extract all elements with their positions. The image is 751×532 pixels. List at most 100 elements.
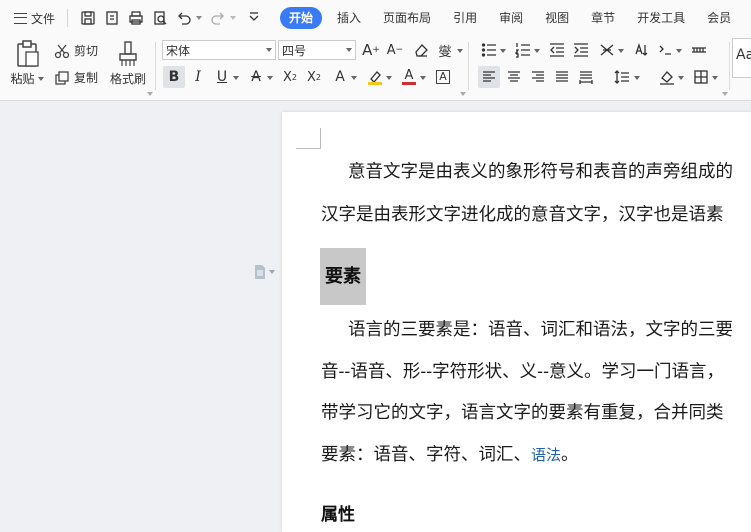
- copy-button[interactable]: 复制: [54, 69, 98, 86]
- decrease-indent-icon[interactable]: [546, 39, 568, 61]
- pinyin-guide-icon[interactable]: 燮: [434, 39, 456, 61]
- file-menu-button[interactable]: 文件: [0, 6, 63, 30]
- chevron-down-icon: [346, 48, 352, 52]
- strikethrough-dropdown-icon[interactable]: [267, 76, 273, 80]
- redo-icon[interactable]: [206, 6, 230, 30]
- bullet-dropdown-icon[interactable]: [500, 49, 506, 53]
- shading-icon[interactable]: [656, 66, 678, 88]
- font-name-value: 宋体: [166, 44, 191, 58]
- body-text-line[interactable]: 音--语音、形--字符形状、义--意义。学习一门语言，: [321, 358, 724, 383]
- chinese-layout-dropdown-icon[interactable]: [618, 49, 624, 53]
- character-border-icon[interactable]: A: [432, 66, 454, 88]
- tab-page-layout[interactable]: 页面布局: [372, 7, 442, 29]
- paste-button[interactable]: 粘贴: [8, 40, 46, 87]
- chinese-layout-icon[interactable]: [596, 39, 618, 61]
- menu-bar: 文件 开始 插入 页面布局 引用 审阅 视图 章节 开发工具 会员: [0, 0, 751, 36]
- tab-review[interactable]: 审阅: [488, 7, 534, 29]
- shading-dropdown-icon[interactable]: [678, 76, 684, 80]
- clipboard-group-expand-icon[interactable]: [147, 92, 153, 96]
- page-margin-corner-mark: [296, 128, 321, 149]
- font-group-expand-icon[interactable]: [460, 92, 466, 96]
- export-pdf-icon[interactable]: [100, 6, 124, 30]
- tab-references[interactable]: 引用: [442, 7, 488, 29]
- show-marks-icon[interactable]: [654, 39, 676, 61]
- cut-label: 剪切: [74, 44, 99, 58]
- divider: [155, 42, 156, 90]
- align-right-icon[interactable]: [527, 66, 549, 88]
- line-spacing-dropdown-icon[interactable]: [634, 76, 640, 80]
- paste-label: 粘贴: [10, 72, 35, 86]
- strikethrough-icon[interactable]: A: [245, 66, 267, 88]
- underline-dropdown-icon[interactable]: [233, 76, 239, 80]
- subscript-icon[interactable]: X2: [303, 66, 325, 88]
- ribbon-tabs: 开始 插入 页面布局 引用 审阅 视图 章节 开发工具 会员: [280, 7, 742, 29]
- chevron-down-icon: [266, 48, 272, 52]
- font-size-value: 四号: [282, 44, 307, 58]
- cut-button[interactable]: 剪切: [54, 42, 98, 59]
- increase-indent-icon[interactable]: [570, 39, 592, 61]
- customize-toolbar-icon[interactable]: [242, 6, 266, 30]
- body-text-line[interactable]: 汉字是由表形文字进化成的意音文字，汉字也是语素: [321, 201, 724, 226]
- numbered-dropdown-icon[interactable]: [534, 49, 540, 53]
- distributed-align-icon[interactable]: [575, 66, 597, 88]
- save-icon[interactable]: [76, 6, 100, 30]
- font-size-select[interactable]: 四号: [278, 40, 356, 60]
- highlight-icon[interactable]: [364, 66, 386, 88]
- bold-icon[interactable]: B: [163, 66, 185, 88]
- section-heading[interactable]: 属性: [321, 500, 355, 525]
- quick-access-toolbar: [76, 6, 266, 30]
- line-spacing-icon[interactable]: [611, 66, 633, 88]
- increase-font-icon[interactable]: A +: [360, 39, 382, 61]
- paste-dropdown-icon[interactable]: [37, 76, 44, 81]
- body-text-line[interactable]: 语言的三要素是：语音、词汇和语法，文字的三要: [348, 316, 733, 341]
- table-tools-icon[interactable]: [688, 39, 710, 61]
- paragraph-group-expand-icon[interactable]: [722, 92, 728, 96]
- tab-insert[interactable]: 插入: [326, 7, 372, 29]
- numbered-list-icon[interactable]: [512, 39, 534, 61]
- file-menu-label: 文件: [31, 11, 56, 26]
- sort-icon[interactable]: [630, 39, 652, 61]
- justify-icon[interactable]: [551, 66, 573, 88]
- show-marks-dropdown-icon[interactable]: [676, 49, 682, 53]
- paragraph-handle[interactable]: [254, 265, 275, 279]
- print-preview-icon[interactable]: [148, 6, 172, 30]
- tab-sections[interactable]: 章节: [580, 7, 626, 29]
- tab-developer[interactable]: 开发工具: [626, 7, 696, 29]
- highlight-dropdown-icon[interactable]: [386, 76, 392, 80]
- section-heading[interactable]: 要素: [320, 248, 366, 305]
- text-effect-dropdown-icon[interactable]: [351, 76, 357, 80]
- tab-home[interactable]: 开始: [280, 7, 323, 29]
- copy-icon: [55, 70, 69, 85]
- divider: [729, 42, 730, 90]
- document-icon: [255, 265, 265, 279]
- italic-icon[interactable]: I: [187, 66, 209, 88]
- styles-gallery[interactable]: Aa: [732, 38, 751, 78]
- font-color-icon[interactable]: A: [398, 66, 420, 88]
- text-effect-icon[interactable]: A: [329, 66, 351, 88]
- align-center-icon[interactable]: [503, 66, 525, 88]
- clear-format-icon[interactable]: [410, 39, 432, 61]
- tab-member[interactable]: 会员: [696, 7, 742, 29]
- print-icon[interactable]: [124, 6, 148, 30]
- format-painter-button[interactable]: 格式刷: [108, 40, 148, 87]
- body-text-line[interactable]: 意音文字是由表义的象形符号和表音的声旁组成的: [348, 158, 733, 183]
- body-text-segment[interactable]: 要素：语音、字符、词汇、: [321, 445, 531, 465]
- decrease-font-icon[interactable]: A −: [384, 39, 406, 61]
- font-name-select[interactable]: 宋体: [162, 40, 276, 60]
- pinyin-dropdown-icon[interactable]: [457, 49, 463, 53]
- font-color-dropdown-icon[interactable]: [420, 76, 426, 80]
- hyperlink-grammar[interactable]: 语法: [531, 446, 561, 464]
- undo-icon[interactable]: [172, 6, 196, 30]
- align-left-icon[interactable]: [478, 66, 500, 88]
- divider: [468, 42, 469, 90]
- undo-dropdown-icon[interactable]: [196, 16, 203, 20]
- underline-icon[interactable]: U: [211, 66, 233, 88]
- body-text-line[interactable]: 带学习它的文字，语言文字的要素有重复，合并同类: [321, 399, 724, 424]
- superscript-icon[interactable]: X2: [279, 66, 301, 88]
- redo-dropdown-icon[interactable]: [230, 16, 237, 20]
- borders-dropdown-icon[interactable]: [712, 76, 718, 80]
- borders-icon[interactable]: [690, 66, 712, 88]
- bullet-list-icon[interactable]: [478, 39, 500, 61]
- tab-view[interactable]: 视图: [534, 7, 580, 29]
- body-text-segment[interactable]: 。: [561, 445, 579, 465]
